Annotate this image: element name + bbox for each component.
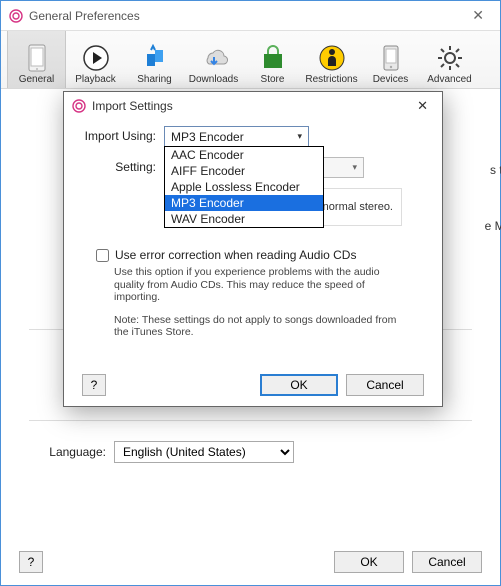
toolbar-restrictions[interactable]: Restrictions xyxy=(302,31,361,88)
sharing-icon xyxy=(141,44,169,72)
error-correction-label: Use error correction when reading Audio … xyxy=(115,248,356,262)
combo-value: MP3 Encoder xyxy=(171,130,244,144)
language-select[interactable]: English (United States) xyxy=(114,441,294,463)
partial-text: s them xyxy=(490,163,501,177)
gear-icon xyxy=(436,44,464,72)
play-icon xyxy=(82,44,110,72)
toolbar-store[interactable]: Store xyxy=(243,31,302,88)
help-button[interactable]: ? xyxy=(19,551,43,573)
import-settings-dialog: Import Settings ✕ Import Using: MP3 Enco… xyxy=(63,91,443,407)
toolbar-label: Devices xyxy=(373,74,409,85)
encoder-option[interactable]: WAV Encoder xyxy=(165,211,323,227)
language-row: Language: English (United States) xyxy=(29,441,472,463)
window-footer: ? OK Cancel xyxy=(1,551,500,573)
app-icon xyxy=(9,9,23,23)
toolbar-label: Sharing xyxy=(137,74,171,85)
error-correction-checkbox[interactable] xyxy=(96,249,109,262)
cancel-button[interactable]: Cancel xyxy=(412,551,482,573)
encoder-dropdown-list: AAC Encoder AIFF Encoder Apple Lossless … xyxy=(164,146,324,228)
toolbar-devices[interactable]: Devices xyxy=(361,31,420,88)
toolbar-label: Store xyxy=(261,74,285,85)
encoder-option[interactable]: AAC Encoder xyxy=(165,147,323,163)
dialog-cancel-button[interactable]: Cancel xyxy=(346,374,424,396)
toolbar-advanced[interactable]: Advanced xyxy=(420,31,479,88)
divider xyxy=(29,420,472,421)
toolbar-downloads[interactable]: Downloads xyxy=(184,31,243,88)
dialog-body: Import Using: MP3 Encoder ▾ AAC Encoder … xyxy=(64,120,442,349)
import-using-label: Import Using: xyxy=(84,126,164,143)
window-close-button[interactable]: ✕ xyxy=(464,3,492,28)
devices-icon xyxy=(377,44,405,72)
ok-button[interactable]: OK xyxy=(334,551,404,573)
chevron-down-icon: ▾ xyxy=(297,131,302,142)
help-text: Use this option if you experience proble… xyxy=(114,266,404,304)
import-using-combo[interactable]: MP3 Encoder ▾ AAC Encoder AIFF Encoder A… xyxy=(164,126,309,147)
restrictions-icon xyxy=(318,44,346,72)
setting-label: Setting: xyxy=(84,157,164,174)
dialog-help-button[interactable]: ? xyxy=(82,374,106,396)
toolbar-general[interactable]: General xyxy=(7,31,66,88)
toolbar-sharing[interactable]: Sharing xyxy=(125,31,184,88)
encoder-option[interactable]: AIFF Encoder xyxy=(165,163,323,179)
toolbar-label: General xyxy=(19,74,55,85)
encoder-option-selected[interactable]: MP3 Encoder xyxy=(165,195,323,211)
device-icon xyxy=(23,44,51,72)
dialog-close-button[interactable]: ✕ xyxy=(411,96,434,116)
dialog-title: Import Settings xyxy=(92,99,411,113)
partial-text: e Music xyxy=(485,219,501,233)
preferences-toolbar: General Playback Sharing Downloads Store… xyxy=(1,31,500,89)
dialog-ok-button[interactable]: OK xyxy=(260,374,338,396)
dialog-titlebar: Import Settings ✕ xyxy=(64,92,442,120)
toolbar-label: Advanced xyxy=(427,74,471,85)
store-icon xyxy=(259,44,287,72)
toolbar-label: Restrictions xyxy=(305,74,357,85)
window-titlebar: General Preferences ✕ xyxy=(1,1,500,31)
toolbar-label: Playback xyxy=(75,74,116,85)
details-text: ), normal stereo. xyxy=(313,201,393,213)
chevron-down-icon: ▾ xyxy=(352,162,357,173)
toolbar-playback[interactable]: Playback xyxy=(66,31,125,88)
language-label: Language: xyxy=(29,445,114,459)
note-text: Note: These settings do not apply to son… xyxy=(114,314,404,339)
app-icon xyxy=(72,99,86,113)
toolbar-label: Downloads xyxy=(189,74,238,85)
cloud-download-icon xyxy=(200,44,228,72)
dialog-footer: ? OK Cancel xyxy=(64,374,442,396)
window-title: General Preferences xyxy=(29,9,464,23)
encoder-option[interactable]: Apple Lossless Encoder xyxy=(165,179,323,195)
